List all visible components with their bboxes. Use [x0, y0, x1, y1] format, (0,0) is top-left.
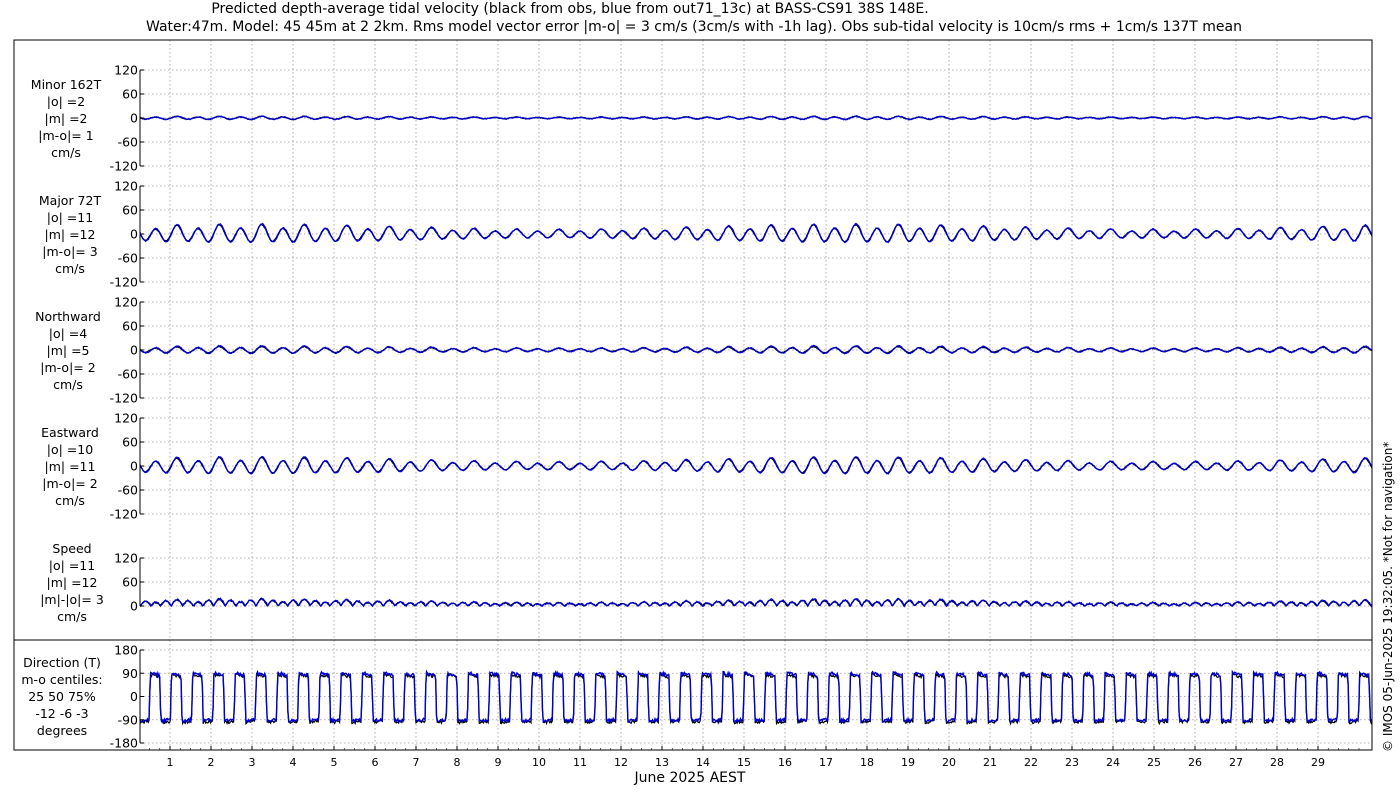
panel-label-line: |m-o|= 3 — [42, 244, 98, 259]
x-tick-label: 14 — [696, 756, 710, 769]
x-tick-label: 2 — [208, 756, 215, 769]
x-tick-label: 3 — [249, 756, 256, 769]
panel-label: Direction (T) m-o centiles: 25 50 75% -12 -… — [2, 654, 122, 739]
panel-label-line: |m| =5 — [46, 343, 90, 358]
x-tick-label: 20 — [942, 756, 956, 769]
panel-label-line: |o| =11 — [46, 210, 94, 225]
x-tick-label: 21 — [983, 756, 997, 769]
x-tick-label: 23 — [1065, 756, 1079, 769]
x-tick-label: 1 — [167, 756, 174, 769]
x-tick-label: 29 — [1311, 756, 1325, 769]
tidal-velocity-chart: 1 2 3 4 5 6 7 8 9 10 11 12 13 14 15 16 17 18 19 20 21 22 23 24 2… — [13, 39, 1373, 769]
panel-label-line: |o| =11 — [48, 558, 96, 573]
y-tick-label: 0 — [130, 227, 138, 242]
x-tick-label: 6 — [372, 756, 379, 769]
panel-label-line: |o| =2 — [46, 94, 86, 109]
panel-label-line: |m-o|= 2 — [40, 360, 96, 375]
panel-label-line: |m|-|o|= 3 — [40, 592, 104, 607]
panel-label: Speed |o| =11 |m| =12 |m|-|o|= 3 cm/s — [12, 540, 132, 625]
x-tick-label: 5 — [331, 756, 338, 769]
panel-label-line: |m-o|= 1 — [38, 128, 94, 143]
x-tick-label: 26 — [1188, 756, 1202, 769]
panel-label-line: |m| =2 — [44, 111, 88, 126]
x-tick-label: 24 — [1106, 756, 1120, 769]
y-tick-label: 0 — [130, 343, 138, 358]
panel-label-line: |m-o|= 2 — [42, 476, 98, 491]
panel-label-line: Minor 162T — [30, 77, 102, 92]
model-series-line — [139, 455, 1373, 475]
panel-label-line: m-o centiles: — [21, 672, 103, 687]
y-tick-label: 0 — [130, 459, 138, 474]
panel-label-line: -12 -6 -3 — [35, 706, 89, 721]
y-tick-label: 0 — [130, 689, 138, 704]
y-tick-label: 0 — [130, 111, 138, 126]
panel-label-line: cm/s — [51, 145, 81, 160]
panel-label-line: Northward — [35, 309, 101, 324]
x-tick-label: 19 — [901, 756, 915, 769]
panel-label-line: cm/s — [53, 377, 83, 392]
x-tick-label: 4 — [290, 756, 297, 769]
panel-label: Northward |o| =4 |m| =5 |m-o|= 2 cm/s — [8, 308, 128, 393]
panel-label-line: Major 72T — [38, 193, 102, 208]
x-tick-label: 16 — [778, 756, 792, 769]
panel-label-line: cm/s — [57, 609, 87, 624]
panel-label: Major 72T |o| =11 |m| =12 |m-o|= 3 cm/s — [10, 192, 130, 277]
model-series-line — [139, 597, 1373, 608]
x-tick-label: 13 — [655, 756, 669, 769]
panel-label-line: 25 50 75% — [28, 689, 96, 704]
x-tick-label: 7 — [413, 756, 420, 769]
x-tick-label: 9 — [495, 756, 502, 769]
x-tick-label: 28 — [1270, 756, 1284, 769]
x-axis-label: June 2025 AEST — [634, 770, 746, 786]
panel-label-line: cm/s — [55, 493, 85, 508]
panel-label: Eastward |o| =10 |m| =11 |m-o|= 2 cm/s — [10, 424, 130, 509]
panel-label-line: |m| =11 — [44, 459, 96, 474]
x-tick-label: 10 — [532, 756, 546, 769]
panel-label-line: cm/s — [55, 261, 85, 276]
model-series-line — [139, 669, 1373, 725]
x-tick-label: 15 — [737, 756, 751, 769]
x-tick-label: 22 — [1024, 756, 1038, 769]
y-tick-label: 90 — [122, 666, 138, 681]
obs-series-line — [139, 671, 1373, 726]
x-tick-label: 11 — [573, 756, 587, 769]
x-tick-label: 27 — [1229, 756, 1243, 769]
x-tick-label: 25 — [1147, 756, 1161, 769]
velocity-panels-frame — [13, 39, 1373, 641]
panel-label-line: Direction (T) — [23, 655, 101, 670]
model-series-line — [139, 222, 1373, 244]
panel-label-line: degrees — [36, 723, 88, 738]
panel-label-line: Eastward — [41, 425, 99, 440]
panel-label: Minor 162T |o| =2 |m| =2 |m-o|= 1 cm/s — [6, 76, 126, 161]
panel-label-line: |o| =10 — [46, 442, 94, 457]
panel-label-line: |o| =4 — [48, 326, 88, 341]
x-tick-label: 18 — [860, 756, 874, 769]
obs-series-line — [139, 456, 1373, 474]
panel-label-line: |m| =12 — [44, 227, 96, 242]
obs-series-line — [139, 223, 1373, 243]
panel-label-line: Speed — [52, 541, 92, 556]
copyright-note: © IMOS 05-Jun-2025 19:32:05. *Not for na… — [1381, 441, 1395, 752]
x-tick-label: 12 — [614, 756, 628, 769]
panel-label-line: |m| =12 — [46, 575, 98, 590]
x-tick-label: 8 — [454, 756, 461, 769]
x-tick-label: 17 — [819, 756, 833, 769]
